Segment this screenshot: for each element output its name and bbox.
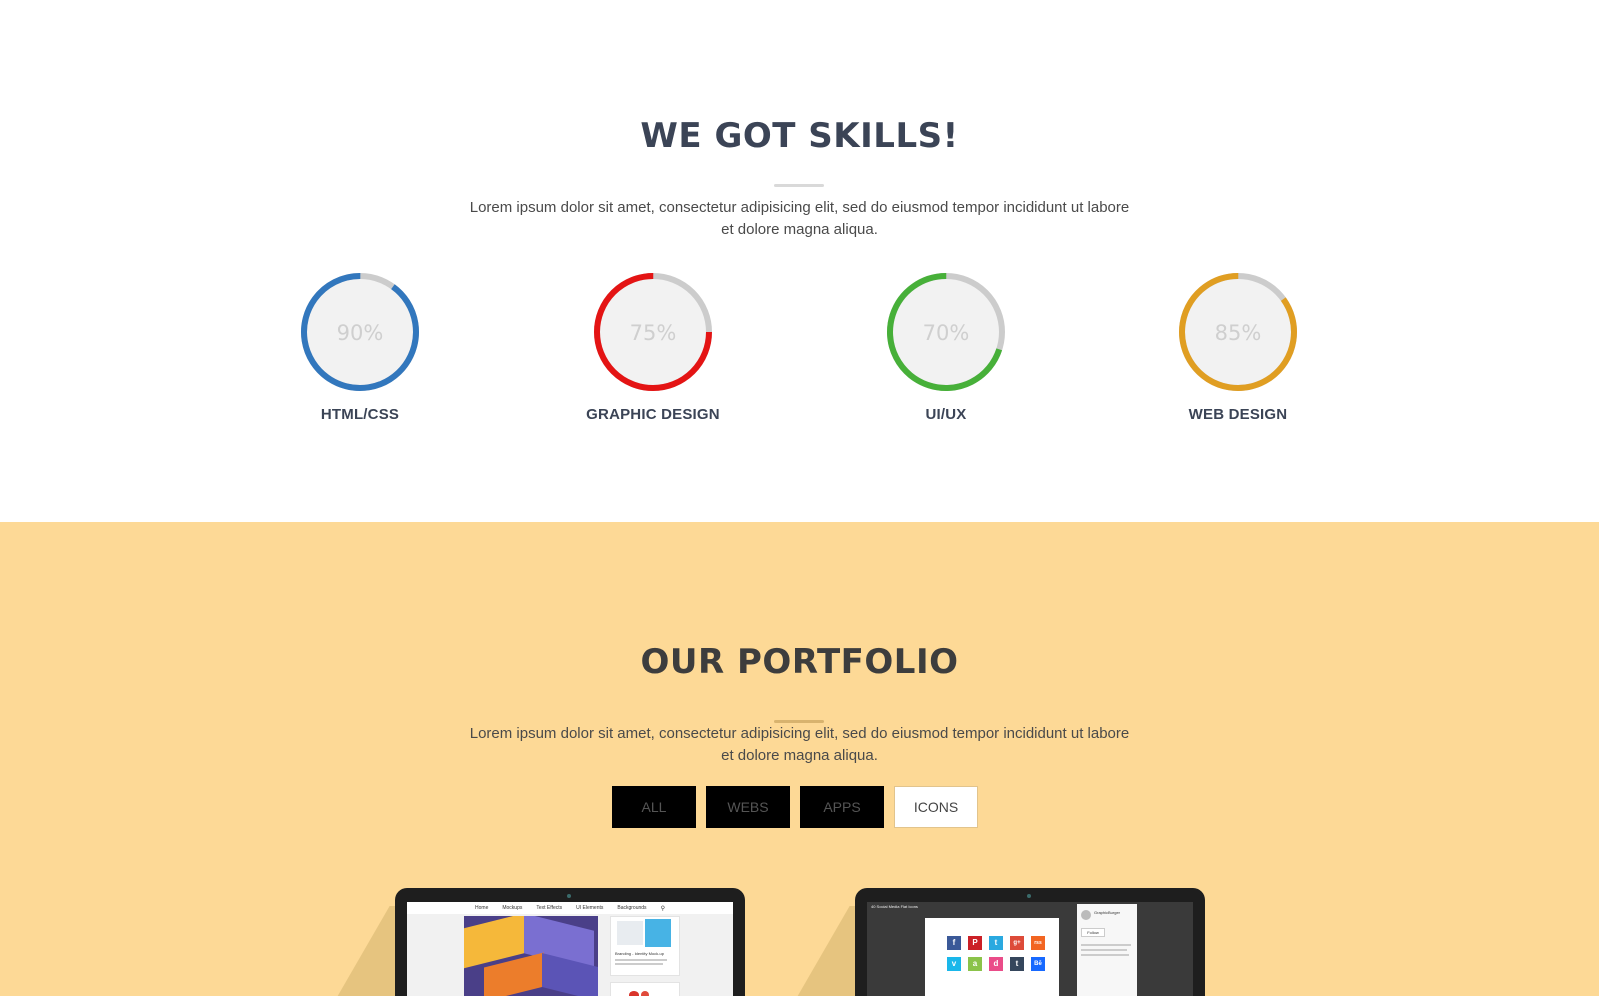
skill-label: GRAPHIC DESIGN <box>586 406 720 423</box>
google-plus-icon: g+ <box>1010 936 1024 950</box>
avatar <box>1081 910 1091 920</box>
skills-section: WE GOT SKILLS! Lorem ipsum dolor sit ame… <box>0 0 1599 522</box>
mock-profile-name: GraphicBurger <box>1094 910 1121 915</box>
rss-icon: rss <box>1031 936 1045 950</box>
mock-follow-button: Follow <box>1081 928 1105 937</box>
dribbble-icon: d <box>989 957 1003 971</box>
social-icons-grid: f P t g+ rss v a d t Bē <box>947 936 1045 971</box>
filter-apps-button[interactable]: APPS <box>800 786 884 828</box>
tumblr-icon: t <box>1010 957 1024 971</box>
skills-subtitle: Lorem ipsum dolor sit amet, consectetur … <box>469 199 1130 238</box>
mock-thumbnail <box>464 916 598 996</box>
filter-webs-button[interactable]: WEBS <box>706 786 790 828</box>
skill-progress-ring: 90% <box>301 273 419 391</box>
twitter-icon: t <box>989 936 1003 950</box>
skill-percent: 85% <box>1215 321 1262 345</box>
laptop-frame: Home Mockups Text Effects UI Elements Ba… <box>395 888 745 996</box>
skill-progress-ring: 75% <box>594 273 712 391</box>
portfolio-subtitle: Lorem ipsum dolor sit amet, consectetur … <box>469 725 1130 764</box>
portfolio-item-web-mockup[interactable]: Home Mockups Text Effects UI Elements Ba… <box>320 888 745 996</box>
facebook-icon: f <box>947 936 961 950</box>
mock-nav-item: Backgrounds <box>617 905 647 911</box>
behance-icon: Bē <box>1031 957 1045 971</box>
portfolio-item-icons-mockup[interactable]: 40 Social Media Flat Icons f P t g+ rss … <box>780 888 1205 996</box>
skill-progress-ring: 70% <box>887 273 1005 391</box>
skill-graphic-design: 75% GRAPHIC DESIGN <box>563 270 743 423</box>
skill-ui-ux: 70% UI/UX <box>856 270 1036 423</box>
portfolio-filters: ALL WEBS APPS ICONS <box>612 786 978 828</box>
skills-title: WE GOT SKILLS! <box>640 116 959 156</box>
mock-card: Branding - Identity Mock-up <box>610 916 680 976</box>
skill-progress-ring: 85% <box>1179 273 1297 391</box>
android-icon: a <box>968 957 982 971</box>
filter-icons-button[interactable]: ICONS <box>894 786 978 828</box>
mock-post-title: 40 Social Media Flat Icons <box>871 904 918 909</box>
mock-profile-panel: GraphicBurger Follow <box>1077 904 1137 996</box>
camera-dot <box>567 894 571 898</box>
mock-nav: Home Mockups Text Effects UI Elements Ba… <box>407 902 733 914</box>
mock-post-title: Branding - Identity Mock-up <box>615 951 664 956</box>
pinterest-icon: P <box>968 936 982 950</box>
skill-percent: 75% <box>630 321 677 345</box>
mock-card <box>610 982 680 996</box>
skill-web-design: 85% WEB DESIGN <box>1148 270 1328 423</box>
mock-nav-item: Text Effects <box>536 905 563 911</box>
skill-label: UI/UX <box>925 406 967 423</box>
laptop-frame: 40 Social Media Flat Icons f P t g+ rss … <box>855 888 1205 996</box>
skills-divider <box>774 184 824 187</box>
mock-icon-sheet: f P t g+ rss v a d t Bē <box>925 918 1059 996</box>
laptop-screen: Home Mockups Text Effects UI Elements Ba… <box>407 902 733 996</box>
skill-label: WEB DESIGN <box>1188 406 1288 423</box>
camera-dot <box>1027 894 1031 898</box>
portfolio-section: OUR PORTFOLIO Lorem ipsum dolor sit amet… <box>0 522 1599 996</box>
mock-nav-item: UI Elements <box>576 905 604 911</box>
skill-label: HTML/CSS <box>320 406 400 423</box>
portfolio-title: OUR PORTFOLIO <box>640 642 959 682</box>
skill-percent: 90% <box>337 321 384 345</box>
vimeo-icon: v <box>947 957 961 971</box>
search-icon: ⚲ <box>660 905 665 912</box>
skill-percent: 70% <box>923 321 970 345</box>
skill-html-css: 90% HTML/CSS <box>270 270 450 423</box>
mock-nav-item: Home <box>475 905 489 911</box>
filter-all-button[interactable]: ALL <box>612 786 696 828</box>
laptop-screen: 40 Social Media Flat Icons f P t g+ rss … <box>867 902 1193 996</box>
mock-nav-item: Mockups <box>502 905 523 911</box>
